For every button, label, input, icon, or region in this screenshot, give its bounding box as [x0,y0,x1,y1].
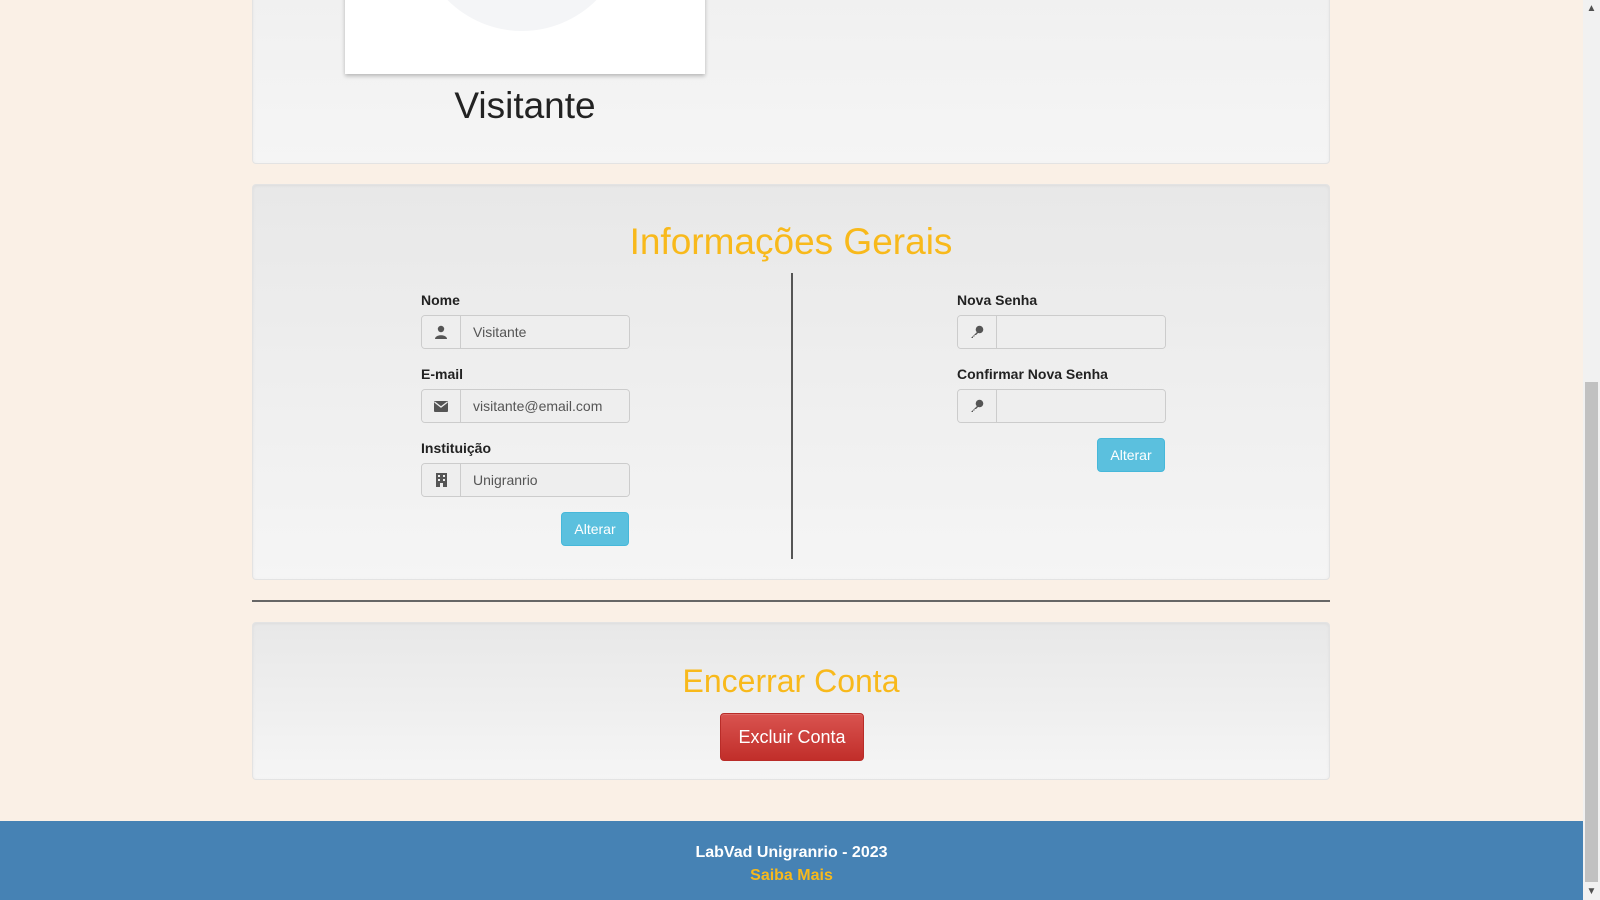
building-icon [422,464,461,496]
new-password-input-group [957,315,1166,349]
page: Visitante Informações Gerais Nome E-mail… [0,0,1583,900]
general-info-title: Informações Gerais [629,221,953,262]
profile-name: Visitante [454,85,596,126]
institution-label: Instituição [421,440,492,456]
name-field[interactable] [461,316,629,348]
profile-photo [345,0,705,74]
general-info-panel: Informações Gerais Nome E-mail Instituiç… [252,184,1330,580]
update-info-button[interactable]: Alterar [561,512,629,546]
envelope-icon [422,390,461,422]
institution-input-group [421,463,630,497]
column-divider [791,273,793,559]
update-password-button[interactable]: Alterar [1097,438,1165,472]
confirm-password-label: Confirmar Nova Senha [957,366,1108,382]
email-input-group [421,389,630,423]
learn-more-link[interactable]: Saiba Mais [0,867,1583,885]
scroll-up-arrow-icon[interactable]: ▲ [1583,0,1600,17]
footer: LabVad Unigranrio - 2023 Saiba Mais [0,821,1583,900]
footer-text: LabVad Unigranrio - 2023 [695,844,888,861]
email-field[interactable] [461,390,629,422]
institution-field[interactable] [461,464,629,496]
confirm-password-input-group [957,389,1166,423]
new-password-label: Nova Senha [957,292,1038,308]
close-account-title: Encerrar Conta [682,663,900,699]
scrollbar-thumb[interactable] [1585,382,1598,882]
new-password-field[interactable] [997,316,1165,348]
close-account-panel: Encerrar Conta Excluir Conta [252,622,1330,780]
avatar-placeholder [417,0,627,31]
profile-panel: Visitante [252,0,1330,164]
key-icon [958,390,997,422]
confirm-password-field[interactable] [997,390,1165,422]
name-input-group [421,315,630,349]
section-divider [252,600,1330,602]
scroll-down-arrow-icon[interactable]: ▼ [1583,883,1600,900]
email-label: E-mail [421,366,464,382]
user-icon [422,316,461,348]
delete-account-button[interactable]: Excluir Conta [720,713,864,761]
name-label: Nome [421,292,460,308]
vertical-scrollbar[interactable]: ▲ ▼ [1583,0,1600,900]
key-icon [958,316,997,348]
